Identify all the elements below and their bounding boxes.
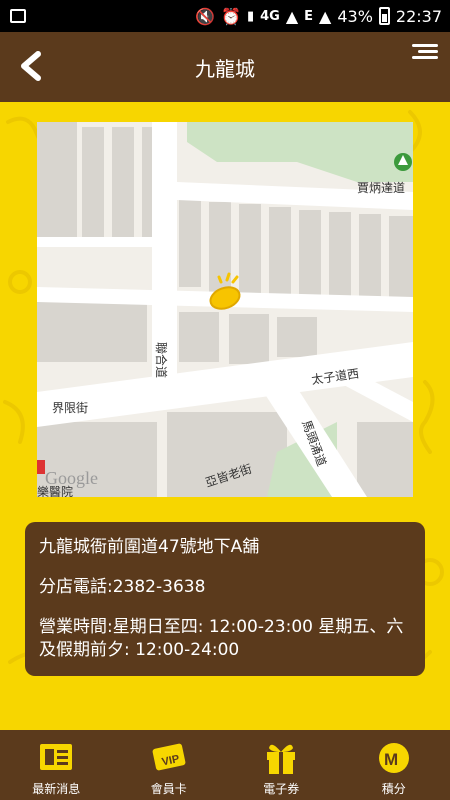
street-label: 界限街: [52, 401, 88, 415]
signal-icon: ▲: [285, 6, 299, 26]
nav-news[interactable]: 最新消息: [6, 740, 106, 797]
street-label: 賈炳達道: [357, 181, 405, 195]
gift-coupon-icon: [267, 744, 296, 774]
menu-button[interactable]: [412, 44, 438, 66]
nav-label: 積分: [381, 782, 406, 796]
nav-member-card[interactable]: VIP 會員卡: [119, 740, 219, 797]
news-icon: [40, 744, 73, 770]
signal-label: E: [304, 8, 314, 24]
nav-e-coupon[interactable]: 電子券: [231, 740, 331, 797]
status-bar: 🔇 ⏰ ▮ 4G ▲ E ▲ 43% 22:37: [0, 0, 450, 32]
svg-text:M: M: [384, 750, 398, 769]
street-label: 聯合道: [154, 342, 169, 378]
hospital-icon: [37, 460, 45, 474]
sim-icon: ▮: [246, 8, 255, 24]
status-right: 🔇 ⏰ ▮ 4G ▲ E ▲ 43% 22:37: [195, 7, 442, 26]
map-canvas: 賈炳達道 聯合道 界限街 太子道西 亞皆老街 馬頭涌道 Google 樂醫院: [37, 122, 413, 497]
status-left: [10, 9, 26, 23]
nav-label: 最新消息: [32, 782, 81, 796]
store-info-card: 九龍城衙前圍道47號地下A舖 分店電話:2382-3638 營業時間:星期日至四…: [25, 522, 425, 676]
nav-points[interactable]: M 積分: [344, 740, 444, 797]
map-block: [37, 122, 77, 242]
store-hours: 營業時間:星期日至四: 12:00-23:00 星期五、六及假期前夕: 12:0…: [39, 617, 404, 660]
points-icon: M: [378, 743, 409, 773]
store-address: 九龍城衙前圍道47號地下A舖: [39, 537, 260, 557]
back-arrow-icon: [21, 51, 41, 81]
poi-label: 樂醫院: [37, 484, 73, 497]
signal-icon-2: ▲: [319, 6, 332, 26]
page-title: 九龍城: [195, 56, 255, 81]
park-icon: [394, 153, 412, 171]
app-header: 九龍城: [0, 32, 450, 102]
nav-label: 會員卡: [150, 782, 187, 796]
menu-icon-bar: [412, 44, 438, 47]
menu-icon-bar: [412, 56, 438, 59]
nav-label: 電子券: [263, 782, 300, 796]
menu-icon-bar: [418, 50, 438, 53]
back-button[interactable]: [14, 48, 50, 84]
store-phone[interactable]: 分店電話:2382-3638: [39, 576, 413, 599]
battery-icon: [378, 7, 390, 25]
store-location-map[interactable]: 賈炳達道 聯合道 界限街 太子道西 亞皆老街 馬頭涌道 Google 樂醫院: [37, 122, 413, 497]
gallery-notification-icon: [10, 9, 26, 23]
network-type: 4G: [260, 8, 280, 24]
bottom-navigation: 最新消息 VIP 會員卡 電子券 M 積分: [0, 730, 450, 800]
clock: 22:37: [395, 6, 442, 26]
park-area: [187, 122, 413, 182]
alarm-icon: ⏰: [221, 6, 241, 26]
mute-icon: 🔇: [195, 6, 216, 26]
member-card-icon: VIP: [152, 743, 186, 771]
battery-percent: 43%: [337, 6, 373, 26]
